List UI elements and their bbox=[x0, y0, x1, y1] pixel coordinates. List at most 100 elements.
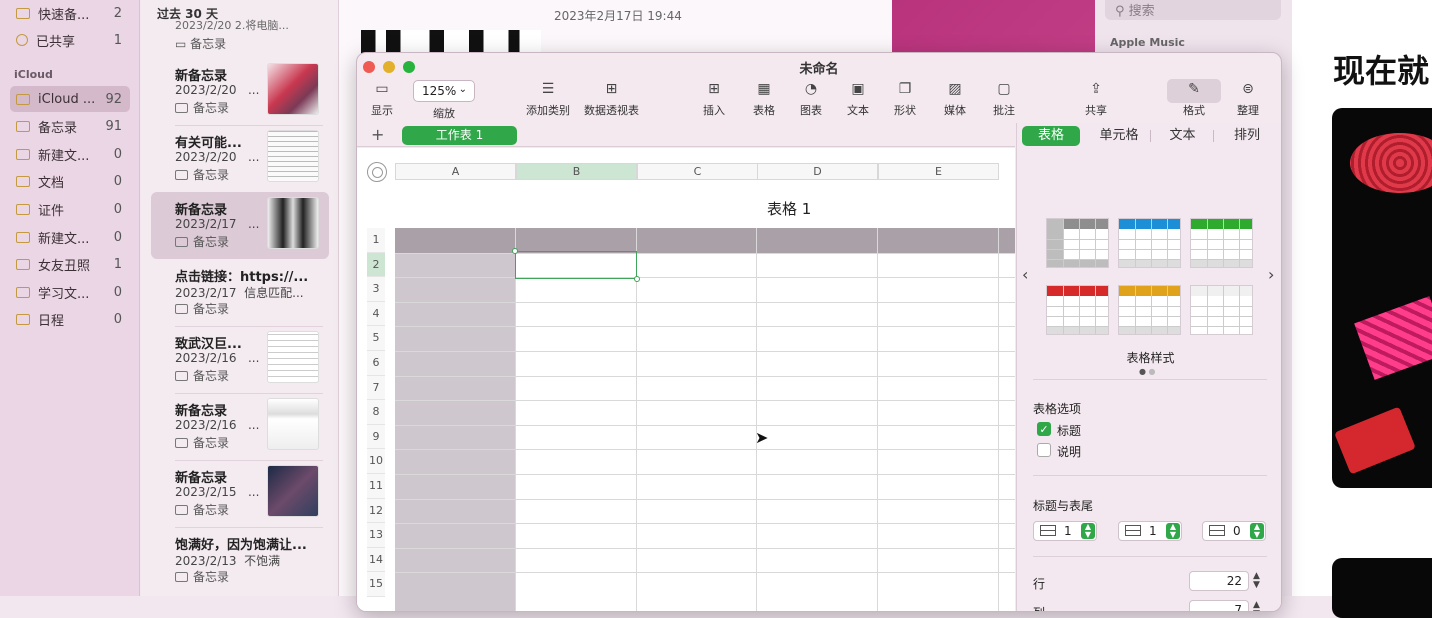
header-columns-stepper[interactable]: 1 ▲ ▼ bbox=[1118, 521, 1182, 541]
sidebar-item-docs[interactable]: 文档 0 bbox=[10, 168, 130, 194]
row-header[interactable]: 12 bbox=[367, 498, 385, 524]
row-header[interactable]: 13 bbox=[367, 523, 385, 548]
sheet-tab[interactable]: 工作表 1 bbox=[402, 126, 517, 145]
share-button[interactable]: ⇪ 共享 bbox=[1085, 81, 1107, 118]
title-checkbox-label: 标题 bbox=[1057, 424, 1082, 438]
sheet-canvas[interactable]: A B C D E 表格 1 1 2 3 4 5 6 7 8 9 10 11 1… bbox=[357, 148, 1015, 611]
row-header[interactable]: 8 bbox=[367, 400, 385, 425]
music-artwork-2[interactable] bbox=[1332, 558, 1432, 618]
rows-field[interactable]: 22 bbox=[1189, 571, 1249, 591]
chevron-left-icon[interactable]: ‹ bbox=[1022, 265, 1028, 284]
zoom-select[interactable]: 125% ⌄ bbox=[413, 80, 475, 102]
sidebar-item-study[interactable]: 学习文... 0 bbox=[10, 279, 130, 305]
note-item-selected[interactable]: 新备忘录 2023/2/17 ... 备忘录 bbox=[151, 192, 329, 259]
sidebar-item-newfolder-1[interactable]: 新建文... 0 bbox=[10, 141, 130, 167]
sidebar-item-icloud[interactable]: iCloud ... 92 bbox=[10, 86, 130, 112]
tab-arrange[interactable]: 排列 bbox=[1217, 126, 1277, 146]
column-header-b[interactable]: B bbox=[516, 163, 637, 180]
note-item[interactable]: 新备忘录 2023/2/15 ... 备忘录 bbox=[151, 460, 329, 528]
note-item[interactable]: 有关可能... 2023/2/20 ... 备忘录 bbox=[151, 125, 329, 193]
chart-button[interactable]: ◔ 图表 bbox=[800, 81, 822, 118]
select-all-handle[interactable] bbox=[367, 162, 387, 182]
pivot-table-button[interactable]: ⊞ 数据透视表 bbox=[584, 81, 639, 118]
row-header[interactable]: 6 bbox=[367, 351, 385, 376]
column-header-e[interactable]: E bbox=[878, 163, 999, 180]
comment-button[interactable]: ▢ 批注 bbox=[993, 81, 1015, 118]
column-header-a[interactable]: A bbox=[395, 163, 516, 180]
tab-table[interactable]: 表格 bbox=[1022, 126, 1080, 146]
row-header[interactable]: 5 bbox=[367, 326, 385, 351]
row-header[interactable]: 1 bbox=[367, 228, 385, 253]
tab-text[interactable]: 文本 bbox=[1155, 126, 1210, 146]
selection-handle[interactable] bbox=[512, 248, 518, 254]
footer-rows-stepper[interactable]: 0 ▲ ▼ bbox=[1202, 521, 1266, 541]
apple-music-section: Apple Music bbox=[1110, 36, 1185, 49]
text-button[interactable]: ▣ 文本 bbox=[847, 81, 869, 118]
sidebar-item-quick[interactable]: 快速备... 2 bbox=[10, 0, 130, 26]
textbox-icon: ▣ bbox=[851, 81, 865, 97]
add-category-button[interactable]: ☰ 添加类别 bbox=[526, 81, 570, 118]
sidebar-item-photos[interactable]: 女友丑照 1 bbox=[10, 251, 130, 277]
shape-button[interactable]: ❐ 形状 bbox=[894, 81, 916, 118]
row-header[interactable]: 15 bbox=[367, 572, 385, 597]
row-header[interactable]: 2 bbox=[367, 252, 385, 278]
sidebar-item-schedule[interactable]: 日程 0 bbox=[10, 306, 130, 332]
chevron-right-icon[interactable]: › bbox=[1268, 265, 1274, 284]
add-sheet-button[interactable]: + bbox=[371, 125, 384, 144]
row-header[interactable]: 3 bbox=[367, 277, 385, 302]
organize-button[interactable]: ⊜ 整理 bbox=[1237, 81, 1259, 118]
rows-stepper-icon[interactable]: ▲ ▼ bbox=[1253, 572, 1260, 590]
table-title[interactable]: 表格 1 bbox=[767, 198, 811, 219]
row-header[interactable]: 14 bbox=[367, 547, 385, 573]
note-item[interactable]: 新备忘录 2023/2/20 ... 备忘录 bbox=[151, 58, 329, 126]
table-style-orange[interactable] bbox=[1118, 285, 1181, 335]
sidebar-item-newfolder-2[interactable]: 新建文... 0 bbox=[10, 224, 130, 250]
artwork-pink-shape bbox=[1354, 296, 1432, 380]
table-style-green[interactable] bbox=[1190, 218, 1253, 268]
note-item[interactable]: 饱满好，因为饱满让... 2023/2/13 不饱满 备忘录 bbox=[151, 527, 329, 594]
stepper-arrows-icon: ▲ ▼ bbox=[1166, 523, 1180, 539]
selection-handle[interactable] bbox=[634, 276, 640, 282]
note-thumbnail bbox=[267, 130, 319, 182]
selected-cell-b2[interactable] bbox=[515, 251, 637, 279]
columns-field[interactable]: 7 bbox=[1189, 600, 1249, 611]
header-rows-stepper[interactable]: 1 ▲ ▼ bbox=[1033, 521, 1097, 541]
tab-cell[interactable]: 单元格 bbox=[1089, 126, 1149, 146]
sidebar-item-shared[interactable]: 已共享 1 bbox=[10, 27, 130, 53]
row-header[interactable]: 11 bbox=[367, 474, 385, 499]
caption-checkbox[interactable] bbox=[1037, 443, 1051, 457]
sidebar-item-ids[interactable]: 证件 0 bbox=[10, 196, 130, 222]
sidebar-item-notes[interactable]: 备忘录 91 bbox=[10, 113, 130, 139]
note-item[interactable]: 点击链接：https://... 2023/2/17 信息匹配... 备忘录 bbox=[151, 259, 329, 327]
folder-icon bbox=[16, 175, 30, 187]
columns-stepper-icon[interactable]: ▲▼ bbox=[1253, 601, 1260, 612]
header-column bbox=[395, 252, 515, 611]
table-style-blue[interactable] bbox=[1118, 218, 1181, 268]
folder-icon bbox=[16, 313, 30, 325]
column-header-c[interactable]: C bbox=[637, 163, 758, 180]
organize-icon: ⊜ bbox=[1242, 81, 1254, 97]
note-item[interactable]: 致武汉巨... 2023/2/16 ... 备忘录 bbox=[151, 326, 329, 394]
media-button[interactable]: ▨ 媒体 bbox=[944, 81, 966, 118]
insert-button[interactable]: ⊞ 插入 bbox=[703, 81, 725, 118]
table-style-plain[interactable] bbox=[1190, 285, 1253, 335]
row-header[interactable]: 7 bbox=[367, 375, 385, 401]
folder-icon bbox=[16, 120, 30, 132]
view-button[interactable]: ▭ 显示 bbox=[371, 81, 393, 118]
column-header-d[interactable]: D bbox=[757, 163, 878, 180]
table-button[interactable]: ▦ 表格 bbox=[753, 81, 775, 118]
search-field[interactable]: ⚲ 搜索 bbox=[1105, 0, 1281, 20]
folder-icon bbox=[16, 231, 30, 243]
music-artwork[interactable] bbox=[1332, 108, 1432, 488]
row-header[interactable]: 4 bbox=[367, 301, 385, 327]
header-rows-icon bbox=[1040, 525, 1056, 536]
footer-rows-icon bbox=[1209, 525, 1225, 536]
table-style-red[interactable] bbox=[1046, 285, 1109, 335]
format-button[interactable]: ✎ 格式 bbox=[1183, 81, 1205, 118]
title-checkbox[interactable]: ✓ bbox=[1037, 422, 1051, 436]
row-header[interactable]: 10 bbox=[367, 449, 385, 474]
table-style-gray[interactable] bbox=[1046, 218, 1109, 268]
note-item[interactable]: 新备忘录 2023/2/16 ... 备忘录 bbox=[151, 393, 329, 461]
table-grid[interactable] bbox=[395, 228, 1015, 611]
row-header[interactable]: 9 bbox=[367, 424, 385, 450]
